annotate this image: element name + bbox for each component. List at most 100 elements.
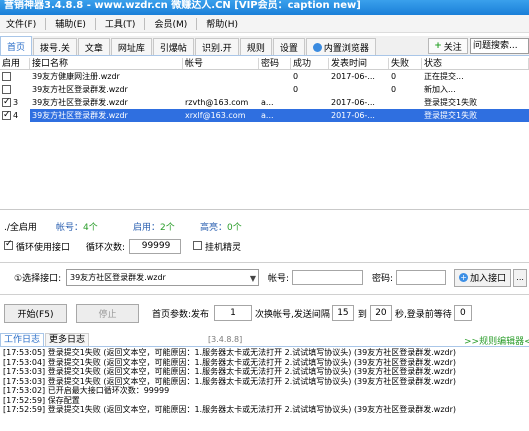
enable-checkbox[interactable] <box>2 84 11 94</box>
switch-label: 次换帐号,发送间隔 <box>255 309 330 320</box>
seconds-label: 秒,登录前等待 <box>394 309 452 320</box>
row-password: a... <box>261 111 274 120</box>
tab-more-logs[interactable]: 更多日志 <box>45 333 90 346</box>
highlight-count-label: 高亮： <box>200 223 228 233</box>
stop-button[interactable]: 停止 <box>76 303 139 323</box>
plus-icon: + <box>434 41 442 51</box>
menu-assist[interactable]: 辅助(E) <box>49 15 92 33</box>
tab-work-log[interactable]: 工作日志 <box>0 333 45 346</box>
log-line: [17:52:59] 保存配置 <box>3 395 80 405</box>
menu-file[interactable]: 文件(F) <box>0 15 42 33</box>
table-row[interactable]: 39友方社区登录群发.wzdr 0 0 新加入... <box>0 83 529 96</box>
menu-divider <box>94 17 96 30</box>
tab-browser-label: 内置浏览器 <box>323 43 369 54</box>
hang-label: 挂机精灵 <box>205 242 242 253</box>
add-icon: + <box>459 273 469 282</box>
row-success: 0 <box>293 72 299 81</box>
tab-hot-posts[interactable]: 引爆帖 <box>152 38 194 55</box>
tab-rules[interactable]: 规则 <box>239 38 272 55</box>
select-all-link[interactable]: ./全启用 <box>4 220 56 233</box>
menu-divider <box>144 17 146 30</box>
row-status: 新加入... <box>424 85 456 94</box>
log-line: [17:53:03] 登录提交1失败 (返回文本空，可能原因：1.服务器太卡或无… <box>3 376 457 386</box>
interface-dropdown[interactable]: 39友方社区登录群发.wzdr ▼ <box>66 269 259 286</box>
tab-home[interactable]: 首页 <box>0 36 33 55</box>
tab-articles[interactable]: 文章 <box>77 38 110 55</box>
table-header: 启用 接口名称 帐号 密码 成功 发表时间 失败 状态 <box>0 58 529 70</box>
col-name[interactable]: 接口名称 <box>30 58 183 69</box>
col-time[interactable]: 发表时间 <box>329 58 389 69</box>
version-label: [3.4.8.8] <box>208 335 243 344</box>
menu-divider <box>196 17 198 30</box>
search-input[interactable]: 问题搜索... <box>470 38 529 54</box>
tab-dialup[interactable]: 拨号.关 <box>33 38 77 55</box>
tab-browser[interactable]: 内置浏览器 <box>305 38 376 55</box>
row-name: 39友方社区登录群发.wzdr <box>32 85 128 94</box>
publish-count-input[interactable]: 1 <box>214 305 253 321</box>
log-line: [17:53:03] 登录提交1失败 (返回文本空，可能原因：1.服务器太卡或无… <box>3 367 457 376</box>
start-button[interactable]: 开始(F5) <box>4 303 67 323</box>
password-input[interactable] <box>396 270 447 285</box>
row-name: 39友方社区登录群发.wzdr <box>32 98 128 107</box>
col-enabled[interactable]: 启用 <box>0 58 30 69</box>
row-status: 登录提交1失败 <box>424 98 478 107</box>
more-button[interactable]: ... <box>513 268 528 287</box>
menu-tools[interactable]: 工具(T) <box>99 15 142 33</box>
interface-value: 39友方社区登录群发.wzdr <box>70 273 166 282</box>
col-password[interactable]: 密码 <box>259 58 291 69</box>
row-fail: 0 <box>391 72 397 81</box>
tab-recognition[interactable]: 识别.开 <box>194 38 239 55</box>
rule-editor-link[interactable]: >>规则编辑器<< <box>464 334 529 347</box>
log-tab-bar: 工作日志 更多日志 <box>0 333 529 347</box>
row-account: rzvth@163.com <box>185 98 249 107</box>
hang-checkbox[interactable] <box>193 241 203 250</box>
row-fail: 0 <box>391 85 397 94</box>
loop-checkbox[interactable] <box>4 239 13 250</box>
wait-input[interactable]: 0 <box>453 305 472 321</box>
loop-settings: 循环使用接口 循环次数: 99999 挂机精灵 <box>0 236 529 256</box>
enable-checkbox[interactable] <box>2 109 11 122</box>
tab-settings[interactable]: 设置 <box>272 38 305 55</box>
row-number: 4 <box>13 111 19 120</box>
col-status[interactable]: 状态 <box>422 58 529 69</box>
follow-button[interactable]: + 关注 <box>428 38 468 54</box>
tab-url-library[interactable]: 网址库 <box>110 38 152 55</box>
account-input[interactable] <box>292 270 364 285</box>
enabled-count-label: 启用： <box>133 223 161 233</box>
title-bar: 营销神器3.4.8.8 - www.wzdr.cn 微赚达人.CN [VIP会员… <box>0 0 529 15</box>
stats-bar: ./全启用 帐号： 4个 启用： 2个 高亮： 0个 <box>0 220 529 233</box>
highlight-count: 0个 <box>227 223 242 233</box>
log-panel: [17:53:05] 登录提交1失败 (返回文本空，可能原因：1.服务器太卡或无… <box>0 348 529 431</box>
interface-select-row: ①选择接口: 39友方社区登录群发.wzdr ▼ 帐号: 密码: + 加入接口 … <box>0 268 529 287</box>
chevron-down-icon: ▼ <box>249 274 256 283</box>
row-success: 0 <box>293 85 299 94</box>
window-title: 营销神器3.4.8.8 - www.wzdr.cn 微赚达人.CN [VIP会员… <box>4 0 361 11</box>
row-time: 2017-06-... <box>331 72 375 81</box>
to-label: 到 <box>357 309 367 320</box>
col-success[interactable]: 成功 <box>291 58 329 69</box>
interval-from-input[interactable]: 15 <box>331 305 354 321</box>
row-time: 2017-06-... <box>331 111 375 120</box>
interface-label: ①选择接口: <box>14 274 62 284</box>
table-row-selected[interactable]: 4 39友方社区登录群发.wzdr xrxlf@163.com a... 201… <box>0 109 529 122</box>
add-interface-button[interactable]: + 加入接口 <box>454 268 512 287</box>
menu-member[interactable]: 会员(M) <box>148 15 193 33</box>
enabled-count: 2个 <box>160 223 175 233</box>
loop-count-label: 循环次数: <box>86 242 126 253</box>
enable-checkbox[interactable] <box>2 71 11 81</box>
control-row: 开始(F5) 停止 首页参数:发布 1 次换帐号,发送间隔 15 到 20 秒,… <box>0 303 529 323</box>
menu-help[interactable]: 帮助(H) <box>200 15 244 33</box>
col-account[interactable]: 帐号 <box>183 58 259 69</box>
col-fail[interactable]: 失败 <box>389 58 422 69</box>
table-row[interactable]: 39友方健康网注册.wzdr 0 2017-06-... 0 正在提交... <box>0 70 529 83</box>
enable-checkbox[interactable] <box>2 96 11 109</box>
log-line: [17:53:04] 登录提交1失败 (返回文本空，可能原因：1.服务器太卡或无… <box>3 357 457 367</box>
add-interface-label: 加入接口 <box>470 274 507 284</box>
table-row[interactable]: 3 39友方社区登录群发.wzdr rzvth@163.com a... 201… <box>0 96 529 109</box>
interval-to-input[interactable]: 20 <box>369 305 392 321</box>
loop-count-input[interactable]: 99999 <box>129 238 182 254</box>
select-all-label: 全启用 <box>9 223 37 233</box>
menu-divider <box>45 17 47 30</box>
menu-bar: 文件(F) 辅助(E) 工具(T) 会员(M) 帮助(H) <box>0 15 529 33</box>
row-status: 正在提交... <box>424 72 464 81</box>
